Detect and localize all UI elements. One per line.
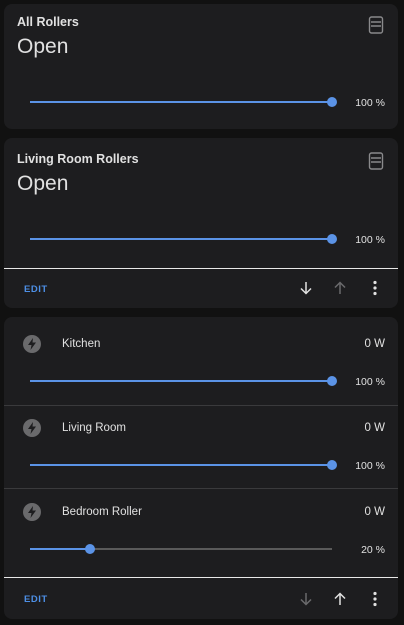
edit-button[interactable]: EDIT	[24, 284, 48, 295]
flash-icon	[23, 419, 41, 437]
position-value: 100 %	[355, 234, 385, 246]
roller-entities-card: Kitchen 0 W 100 % Living Room 0 W 100 % …	[4, 317, 398, 619]
card-actions-divider	[4, 268, 398, 269]
position-slider[interactable]	[30, 233, 337, 245]
slider-fill	[30, 238, 332, 240]
living-room-rollers-card: Living Room Rollers Open 100 % EDIT	[4, 138, 398, 308]
arrow-up-icon	[334, 281, 346, 294]
slider-fill	[30, 380, 332, 382]
entity-power: 0 W	[364, 338, 385, 350]
position-slider[interactable]	[30, 459, 337, 471]
slider-fill	[30, 464, 332, 466]
slider-fill	[30, 101, 332, 103]
row-divider	[4, 405, 398, 406]
all-rollers-card: All Rollers Open 100 %	[4, 4, 398, 129]
move-down-button[interactable]	[296, 589, 316, 609]
row-divider	[4, 488, 398, 489]
more-vert-icon	[373, 591, 377, 607]
card-title: All Rollers	[17, 15, 79, 29]
entity-power: 0 W	[364, 506, 385, 518]
position-value: 100 %	[355, 460, 385, 472]
position-slider[interactable]	[30, 375, 337, 387]
entity-power: 0 W	[364, 422, 385, 434]
entity-name[interactable]: Bedroom Roller	[62, 506, 142, 518]
flash-icon	[23, 335, 41, 353]
card-title: Living Room Rollers	[17, 152, 139, 166]
position-slider[interactable]	[30, 96, 337, 108]
slider-knob[interactable]	[85, 544, 95, 554]
edit-button[interactable]: EDIT	[24, 594, 48, 605]
card-actions-divider	[4, 577, 398, 578]
position-value: 100 %	[355, 376, 385, 388]
position-value: 100 %	[355, 97, 385, 109]
roller-shade-icon[interactable]	[368, 152, 384, 170]
position-slider[interactable]	[30, 543, 332, 555]
entity-name[interactable]: Kitchen	[62, 338, 100, 350]
card-state: Open	[17, 35, 69, 58]
arrow-down-icon	[300, 593, 312, 606]
entity-name[interactable]: Living Room	[62, 422, 126, 434]
arrow-up-icon	[334, 592, 346, 605]
card-menu-button[interactable]	[365, 278, 385, 298]
move-up-button[interactable]	[330, 278, 350, 298]
move-up-button[interactable]	[330, 589, 350, 609]
arrow-down-icon	[300, 282, 312, 295]
roller-shade-icon[interactable]	[368, 16, 384, 34]
card-menu-button[interactable]	[365, 589, 385, 609]
slider-fill	[30, 548, 90, 550]
more-vert-icon	[373, 280, 377, 296]
move-down-button[interactable]	[296, 278, 316, 298]
card-state: Open	[17, 172, 69, 195]
flash-icon	[23, 503, 41, 521]
position-value: 20 %	[361, 544, 385, 556]
